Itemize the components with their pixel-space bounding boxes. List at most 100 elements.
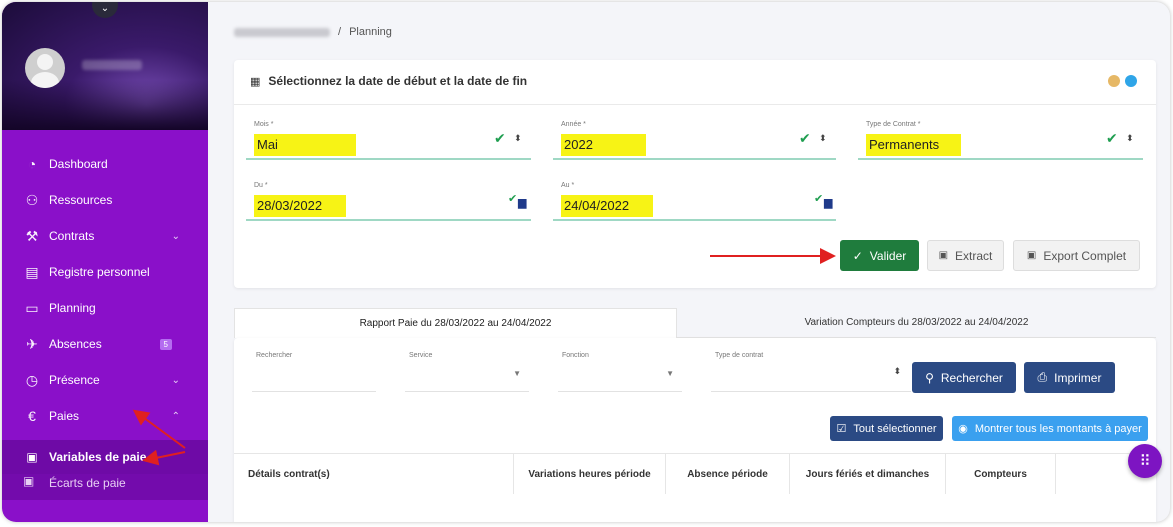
chevron-down-icon: ⌄ xyxy=(171,374,180,386)
sidebar-item-label: Présence xyxy=(49,373,100,387)
export-complet-button[interactable]: ▣ Export Complet xyxy=(1013,240,1140,271)
sidebar-item-label: Registre personnel xyxy=(49,265,150,279)
card-title-text: Sélectionnez la date de début et la date… xyxy=(268,74,528,88)
field-value: Permanents xyxy=(866,134,961,156)
sidebar-item-label: Ressources xyxy=(49,193,113,207)
sidebar: ⌄ ◔ Dashboard ⚇ Ressources ⚒ Contrats ⌄ … xyxy=(2,2,208,522)
sidebar-item-contrats[interactable]: ⚒ Contrats ⌄ xyxy=(2,218,208,254)
file-icon: ▣ xyxy=(23,474,35,488)
calendar-icon[interactable]: ▆ xyxy=(824,196,832,209)
check-icon: ✓ xyxy=(852,248,863,263)
breadcrumb-separator: / xyxy=(338,26,342,38)
status-dot-blue xyxy=(1125,75,1137,87)
tout-selectionner-button[interactable]: ☑ Tout sélectionner xyxy=(830,416,943,441)
field-label: Fonction xyxy=(562,352,589,359)
sidebar-nav: ◔ Dashboard ⚇ Ressources ⚒ Contrats ⌄ ▤ … xyxy=(2,146,208,500)
column-header[interactable]: Variations heures période xyxy=(514,454,666,494)
check-icon: ✔ xyxy=(494,130,506,146)
tab-rapport-paie[interactable]: Rapport Paie du 28/03/2022 au 24/04/2022 xyxy=(234,308,677,338)
calendar-icon: ▭ xyxy=(25,299,39,316)
sidebar-item-registre[interactable]: ▤ Registre personnel xyxy=(2,254,208,290)
card-title: ▦ Sélectionnez la date de début et la da… xyxy=(250,74,527,88)
field-label: Mois * xyxy=(254,121,274,128)
field-value: Mai xyxy=(254,134,356,156)
file-icon: ▣ xyxy=(26,450,38,464)
caret-down-icon: ▼ xyxy=(513,369,521,378)
date-au-input[interactable]: Au * 24/04/2022 ✔ ▆ xyxy=(553,179,836,221)
sidebar-item-absences[interactable]: ✈ Absences 5 xyxy=(2,326,208,362)
table-header: Détails contrat(s) Variations heures pér… xyxy=(234,453,1156,494)
tab-variation-compteurs[interactable]: Variation Compteurs du 28/03/2022 au 24/… xyxy=(677,308,1156,338)
sidebar-item-label: Absences xyxy=(49,337,102,351)
sidebar-item-planning[interactable]: ▭ Planning xyxy=(2,290,208,326)
printer-icon: ⎙ xyxy=(1037,370,1048,384)
sidebar-item-label: Contrats xyxy=(49,229,95,243)
main-content: / Planning ▦ Sélectionnez la date de déb… xyxy=(208,2,1170,522)
sidebar-item-presence[interactable]: ◷ Présence ⌄ xyxy=(2,362,208,398)
sort-icon: ⬍ xyxy=(819,133,827,143)
search-icon: ⚲ xyxy=(925,370,934,385)
check-icon: ✔ xyxy=(799,130,811,146)
field-value: 24/04/2022 xyxy=(561,195,653,217)
field-label: Type de contrat xyxy=(715,352,764,359)
button-label: Rechercher xyxy=(940,370,1003,385)
sidebar-item-label: Paies xyxy=(49,409,80,423)
breadcrumb: / Planning xyxy=(234,26,392,38)
sidebar-item-label: Variables de paie xyxy=(49,450,147,464)
report-tabs: Rapport Paie du 28/03/2022 au 24/04/2022… xyxy=(234,308,1156,338)
type-contrat-select[interactable]: Type de Contrat * Permanents ✔ ⬍ xyxy=(858,118,1143,160)
breadcrumb-root-blurred[interactable] xyxy=(234,27,330,37)
rechercher-input[interactable]: Rechercher xyxy=(252,350,376,392)
montrer-montants-button[interactable]: ◉ Montrer tous les montants à payer xyxy=(952,416,1148,441)
sidebar-item-ecarts-de-paie[interactable]: ▣ Écarts de paie xyxy=(2,474,208,500)
eye-icon: ◉ xyxy=(958,423,968,435)
user-name-blurred xyxy=(82,60,142,70)
sidebar-item-dashboard[interactable]: ◔ Dashboard xyxy=(2,146,208,182)
type-contrat-filter[interactable]: Type de contrat ⬍ xyxy=(711,350,911,392)
check-icon: ✔ xyxy=(508,193,518,205)
field-label: Du * xyxy=(254,182,268,189)
fonction-select[interactable]: Fonction ▼ xyxy=(558,350,682,392)
extract-button[interactable]: ▣ Extract xyxy=(927,240,1004,271)
sort-icon: ⬍ xyxy=(893,366,901,376)
button-label: Imprimer xyxy=(1054,370,1102,385)
divider xyxy=(234,104,1156,105)
sidebar-header: ⌄ xyxy=(2,2,208,130)
field-label: Rechercher xyxy=(256,352,293,359)
absences-count-badge: 5 xyxy=(159,338,172,350)
service-select[interactable]: Service ▼ xyxy=(405,350,529,392)
field-label: Année * xyxy=(561,121,586,128)
chevron-down-icon: ⌄ xyxy=(171,230,180,242)
annee-select[interactable]: Année * 2022 ✔ ⬍ xyxy=(553,118,836,160)
column-header[interactable]: Compteurs xyxy=(946,454,1056,494)
button-label: Extract xyxy=(955,248,993,263)
chevron-down-icon[interactable]: ⌄ xyxy=(92,2,118,18)
calendar-icon[interactable]: ▆ xyxy=(518,196,526,209)
date-du-input[interactable]: Du * 28/03/2022 ✔ ▆ xyxy=(246,179,531,221)
sidebar-item-label: Écarts de paie xyxy=(49,476,126,490)
column-header[interactable]: Détails contrat(s) xyxy=(234,454,514,494)
calendar-icon: ▦ xyxy=(250,75,261,88)
button-label: Valider xyxy=(869,248,907,263)
grid-icon: ⠿ xyxy=(1139,453,1151,470)
plane-icon: ✈ xyxy=(26,335,38,352)
sidebar-item-paies[interactable]: € Paies ⌃ xyxy=(2,398,208,434)
button-label: Export Complet xyxy=(1043,248,1127,263)
excel-file-icon: ▣ xyxy=(938,250,949,261)
rechercher-button[interactable]: ⚲ Rechercher xyxy=(912,362,1016,393)
avatar[interactable] xyxy=(25,48,65,88)
euro-icon: € xyxy=(28,408,36,424)
status-dot-yellow xyxy=(1108,75,1120,87)
sort-icon: ⬍ xyxy=(1126,133,1134,143)
button-label: Montrer tous les montants à payer xyxy=(974,422,1142,435)
sort-icon: ⬍ xyxy=(514,133,522,143)
sidebar-item-ressources[interactable]: ⚇ Ressources xyxy=(2,182,208,218)
apps-grid-button[interactable]: ⠿ xyxy=(1128,444,1162,478)
imprimer-button[interactable]: ⎙ Imprimer xyxy=(1024,362,1115,393)
field-label: Type de Contrat * xyxy=(866,121,921,128)
mois-select[interactable]: Mois * Mai ✔ ⬍ xyxy=(246,118,531,160)
sidebar-item-variables-de-paie[interactable]: ▣ Variables de paie xyxy=(2,440,208,474)
column-header[interactable]: Absence période xyxy=(666,454,790,494)
valider-button[interactable]: ✓ Valider xyxy=(840,240,919,271)
column-header[interactable]: Jours fériés et dimanches xyxy=(790,454,946,494)
